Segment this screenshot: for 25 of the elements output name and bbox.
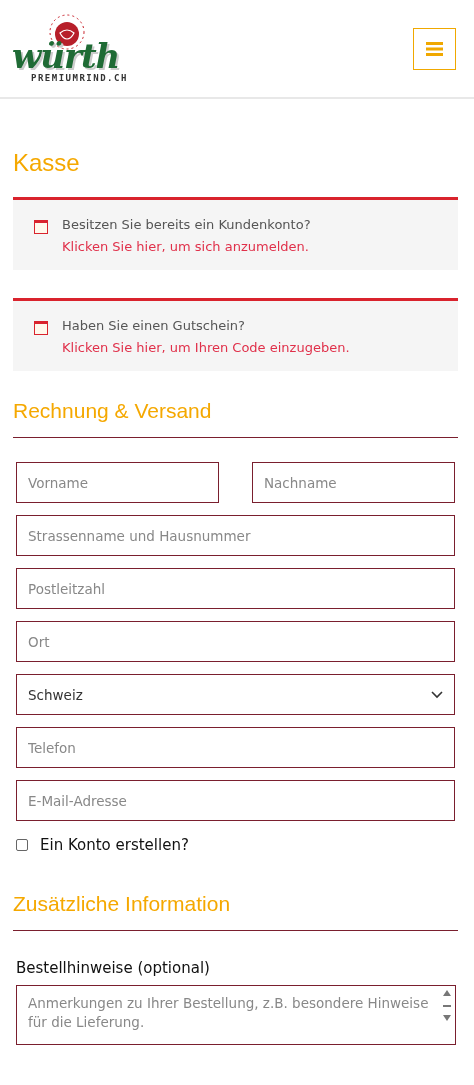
input-field[interactable]: Ort: [16, 621, 455, 662]
notice-link[interactable]: Klicken Sie hier, um Ihren Code einzugeben.: [62, 340, 350, 355]
window-icon: [34, 321, 48, 335]
notice-text: Besitzen Sie bereits ein Kundenkonto?: [62, 217, 311, 232]
notice-text: Haben Sie einen Gutschein?: [62, 318, 246, 333]
section-heading: Zusätzliche Information: [13, 892, 458, 931]
field-label: Bestellhinweise (optional): [16, 959, 211, 977]
logo-subtitle: PREMIUMRIND.CH: [31, 72, 128, 83]
input-field[interactable]: Nachname: [252, 462, 455, 503]
input-field[interactable]: Strassenname und Hausnummer: [16, 515, 455, 556]
window-icon: [34, 220, 48, 234]
country-select[interactable]: Schweiz: [16, 674, 455, 715]
input-field[interactable]: E-Mail-Adresse: [16, 780, 455, 821]
section-heading: Rechnung & Versand: [13, 399, 458, 438]
menu-icon: [426, 41, 443, 56]
logo-wordmark[interactable]: würth: [12, 38, 120, 73]
checkbox-label: Ein Konto erstellen?: [40, 836, 189, 854]
checkbox[interactable]: [16, 839, 28, 851]
input-field[interactable]: Telefon: [16, 727, 455, 768]
chevron-down-icon: [431, 690, 443, 699]
notes-textarea[interactable]: Anmerkungen zu Ihrer Bestellung, z.B. besondere Hinweise für die Lieferung.: [16, 985, 456, 1045]
input-field[interactable]: Postleitzahl: [16, 568, 455, 609]
page-title: Kasse: [13, 149, 81, 177]
input-field[interactable]: Vorname: [16, 462, 219, 503]
notice-link[interactable]: Klicken Sie hier, um sich anzumelden.: [62, 239, 311, 254]
